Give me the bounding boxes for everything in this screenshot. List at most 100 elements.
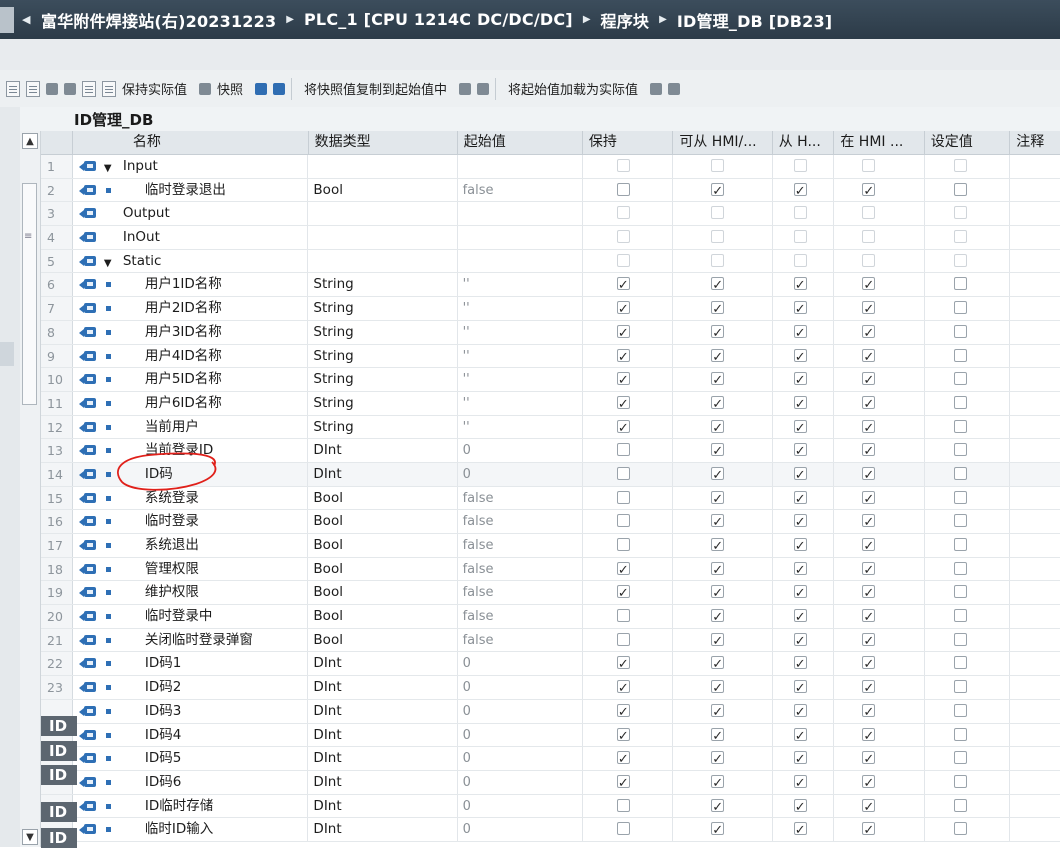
col-header-setpoint[interactable]: 设定值 (925, 131, 1011, 154)
hmi-visible-checkbox[interactable] (793, 393, 807, 415)
hmi-access-checkbox[interactable] (711, 346, 725, 367)
retain-checkbox[interactable] (616, 609, 630, 623)
retain-checkbox[interactable] (616, 274, 630, 296)
row-name-cell[interactable]: 系统退出 (73, 534, 309, 557)
retain-checkbox[interactable] (616, 322, 630, 344)
hmi-visible-checkbox[interactable] (793, 796, 807, 817)
table-row[interactable]: 17 系统退出 Bool false (41, 534, 1060, 558)
hmi-access-checkbox[interactable] (711, 748, 725, 770)
retain-checkbox[interactable] (616, 230, 630, 244)
row-comment[interactable] (1010, 321, 1060, 344)
table-row[interactable]: 13 当前登录ID DInt 0 (41, 439, 1060, 463)
hmi-access-checkbox[interactable] (711, 322, 725, 344)
row-name-cell[interactable]: 用户5ID名称 (73, 368, 309, 391)
snapshot-load-button-1[interactable] (459, 78, 472, 100)
hmi-access-checkbox[interactable] (711, 159, 725, 172)
retain-checkbox[interactable] (616, 369, 630, 391)
row-comment[interactable] (1010, 795, 1060, 818)
row-data-type[interactable] (308, 249, 458, 273)
col-header-retain[interactable]: 保持 (583, 131, 674, 154)
table-row[interactable]: ID临时存储 DInt 0 (41, 794, 1060, 819)
col-header-hmi-visible[interactable]: 从 H... (773, 131, 835, 154)
row-data-type[interactable]: DInt (308, 439, 458, 462)
row-comment[interactable] (1010, 605, 1060, 628)
row-comment[interactable] (1010, 818, 1060, 841)
hmi-access-checkbox[interactable] (711, 796, 725, 817)
hmi-visible-checkbox[interactable] (793, 701, 807, 723)
scroll-thumb[interactable] (22, 183, 37, 405)
hmi-access-checkbox[interactable] (711, 819, 725, 841)
hmi-visible-checkbox[interactable] (793, 511, 807, 533)
row-name-cell[interactable]: 用户3ID名称 (73, 320, 309, 344)
in-hmi-checkbox[interactable] (862, 274, 876, 296)
row-data-type[interactable]: String (308, 297, 458, 320)
row-data-type[interactable]: DInt (308, 818, 458, 841)
retain-checkbox[interactable] (616, 159, 630, 172)
row-start-value[interactable]: 0 (458, 770, 583, 794)
table-row[interactable]: ID码6 DInt 0 (41, 770, 1060, 795)
row-data-type[interactable]: DInt (308, 794, 458, 818)
row-start-value[interactable]: 0 (458, 676, 583, 699)
row-start-value[interactable]: '' (458, 297, 583, 320)
retain-checkbox[interactable] (616, 206, 630, 220)
in-hmi-checkbox[interactable] (862, 322, 876, 344)
row-name-cell[interactable]: 维护权限 (73, 581, 309, 605)
hmi-visible-checkbox[interactable] (793, 582, 807, 604)
row-start-value[interactable]: false (458, 628, 583, 652)
snapshot-load-button-2[interactable] (477, 78, 490, 100)
copy-snapshot-to-start-button[interactable]: 将快照值复制到起始值中 (304, 79, 447, 98)
in-hmi-checkbox[interactable] (862, 582, 876, 604)
row-start-value[interactable] (458, 226, 583, 249)
hmi-visible-checkbox[interactable] (793, 180, 807, 201)
hmi-access-checkbox[interactable] (711, 393, 725, 415)
row-start-value[interactable]: 0 (458, 462, 583, 486)
hmi-visible-checkbox[interactable] (793, 606, 807, 628)
breadcrumb-device[interactable]: PLC_1 [CPU 1214C DC/DC/DC] (304, 10, 573, 29)
row-data-type[interactable]: String (308, 273, 458, 297)
table-row[interactable]: 8 用户3ID名称 String '' (41, 320, 1060, 345)
scroll-down-icon[interactable]: ▼ (22, 829, 38, 845)
row-name-cell[interactable]: Output (73, 202, 309, 226)
row-name-cell[interactable]: 关闭临时登录弹窗 (73, 628, 309, 652)
in-hmi-checkbox[interactable] (862, 440, 876, 462)
retain-checkbox[interactable] (616, 514, 630, 528)
setpoint-checkbox[interactable] (953, 798, 967, 812)
setpoint-checkbox[interactable] (953, 324, 967, 338)
retain-checkbox[interactable] (616, 582, 630, 604)
insert-row-button[interactable] (6, 78, 20, 100)
hmi-visible-checkbox[interactable] (793, 653, 807, 675)
scroll-up-icon[interactable]: ▲ (22, 133, 38, 149)
retain-checkbox[interactable] (616, 466, 630, 480)
setpoint-checkbox[interactable] (953, 277, 967, 291)
hmi-visible-checkbox[interactable] (793, 819, 807, 841)
row-comment[interactable] (1010, 747, 1060, 770)
table-row[interactable]: 9 用户4ID名称 String '' (41, 344, 1060, 369)
in-hmi-checkbox[interactable] (862, 630, 876, 651)
row-comment[interactable] (1010, 297, 1060, 320)
breadcrumb-project[interactable]: 富华附件焊接站(右)20231223 (41, 8, 276, 32)
row-start-value[interactable]: '' (458, 344, 583, 368)
hmi-access-checkbox[interactable] (711, 725, 725, 746)
table-row[interactable]: 3 Output (41, 202, 1060, 227)
setpoint-checkbox[interactable] (953, 182, 967, 196)
row-data-type[interactable] (308, 202, 458, 226)
table-row[interactable]: 7 用户2ID名称 String '' (41, 297, 1060, 321)
row-comment[interactable] (1010, 581, 1060, 604)
hmi-access-checkbox[interactable] (711, 253, 725, 267)
row-start-value[interactable]: 0 (458, 439, 583, 462)
hmi-access-checkbox[interactable] (711, 206, 725, 220)
hmi-visible-checkbox[interactable] (793, 417, 807, 438)
setpoint-checkbox[interactable] (953, 206, 967, 220)
retain-checkbox[interactable] (616, 182, 630, 196)
in-hmi-checkbox[interactable] (862, 725, 876, 746)
row-data-type[interactable]: String (308, 344, 458, 368)
setpoint-checkbox[interactable] (953, 585, 967, 599)
hmi-visible-checkbox[interactable] (793, 772, 807, 794)
in-hmi-checkbox[interactable] (862, 393, 876, 415)
row-start-value[interactable]: false (458, 557, 583, 581)
row-start-value[interactable]: false (458, 486, 583, 510)
row-name-cell[interactable]: 用户6ID名称 (73, 391, 309, 415)
hmi-visible-checkbox[interactable] (793, 159, 807, 172)
setpoint-checkbox[interactable] (953, 609, 967, 623)
row-name-cell[interactable]: ID码5 (73, 747, 309, 770)
